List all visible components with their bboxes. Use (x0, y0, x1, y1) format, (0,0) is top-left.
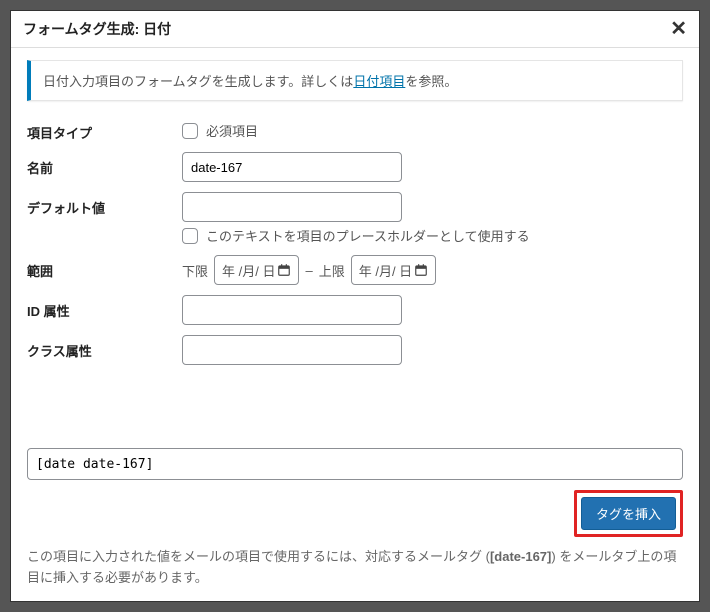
footer-tag: [date-167] (490, 549, 551, 564)
label-range: 範囲 (27, 255, 182, 280)
required-checkbox-label: 必須項目 (206, 121, 258, 140)
modal-title: フォームタグ生成: 日付 (23, 19, 171, 39)
row-type: 項目タイプ 必須項目 (27, 117, 683, 142)
modal-body: 日付入力項目のフォームタグを生成します。詳しくは日付項目を参照。 項目タイプ 必… (11, 48, 699, 601)
form-tag-modal: フォームタグ生成: 日付 ✕ 日付入力項目のフォームタグを生成します。詳しくは日… (10, 10, 700, 602)
result-tag-input[interactable] (27, 448, 683, 480)
placeholder-checkbox[interactable] (182, 228, 198, 244)
spacer (27, 375, 683, 448)
range-max-label: 上限 (319, 261, 345, 280)
label-name: 名前 (27, 152, 182, 177)
range-separator: – (305, 263, 312, 278)
date-placeholder-min: 年 /月/ 日 (222, 261, 275, 280)
required-checkbox[interactable] (182, 123, 198, 139)
row-range: 範囲 下限 年 /月/ 日 – 上限 年 /月/ 日 (27, 255, 683, 285)
range-min-input[interactable]: 年 /月/ 日 (214, 255, 299, 285)
label-class: クラス属性 (27, 335, 182, 360)
id-input[interactable] (182, 295, 402, 325)
modal-header: フォームタグ生成: 日付 ✕ (11, 11, 699, 48)
close-icon[interactable]: ✕ (670, 19, 687, 39)
class-input[interactable] (182, 335, 402, 365)
info-text-prefix: 日付入力項目のフォームタグを生成します。詳しくは (43, 74, 353, 89)
info-link[interactable]: 日付項目 (353, 74, 405, 89)
placeholder-checkbox-label: このテキストを項目のプレースホルダーとして使用する (206, 226, 530, 245)
name-input[interactable] (182, 152, 402, 182)
footer-note: この項目に入力された値をメールの項目で使用するには、対応するメールタグ ([da… (27, 547, 683, 589)
row-name: 名前 (27, 152, 683, 182)
insert-tag-button[interactable]: タグを挿入 (581, 497, 676, 530)
info-box: 日付入力項目のフォームタグを生成します。詳しくは日付項目を参照。 (27, 60, 683, 101)
calendar-icon (414, 263, 428, 277)
date-placeholder-max: 年 /月/ 日 (359, 261, 412, 280)
insert-highlight: タグを挿入 (574, 490, 683, 537)
row-id: ID 属性 (27, 295, 683, 325)
label-default: デフォルト値 (27, 192, 182, 217)
insert-area: タグを挿入 (27, 490, 683, 537)
default-input[interactable] (182, 192, 402, 222)
label-id: ID 属性 (27, 295, 182, 320)
label-type: 項目タイプ (27, 117, 182, 142)
range-max-input[interactable]: 年 /月/ 日 (351, 255, 436, 285)
row-default: デフォルト値 このテキストを項目のプレースホルダーとして使用する (27, 192, 683, 245)
calendar-icon (277, 263, 291, 277)
footer-p1: この項目に入力された値をメールの項目で使用するには、対応するメールタグ ( (27, 549, 490, 564)
info-text-suffix: を参照。 (405, 74, 457, 89)
row-class: クラス属性 (27, 335, 683, 365)
range-min-label: 下限 (182, 261, 208, 280)
